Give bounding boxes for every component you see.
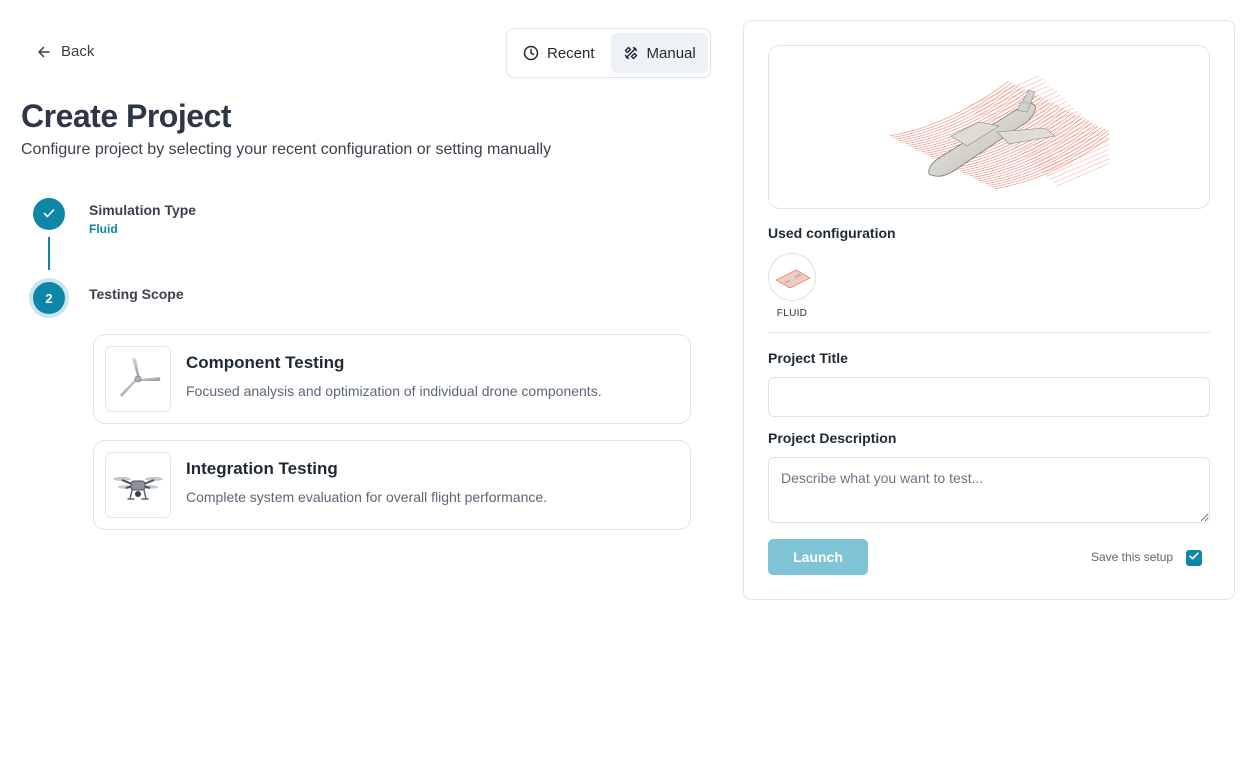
component-testing-card[interactable]: Component Testing Focused analysis and o… xyxy=(93,334,691,424)
create-project-page: Back Recent Manual Create Project Config… xyxy=(0,0,1253,770)
back-button[interactable]: Back xyxy=(37,43,94,60)
project-config-panel: Used configuration FLUID Project Title P… xyxy=(743,20,1235,600)
mode-toggle: Recent Manual xyxy=(506,28,711,78)
tools-icon xyxy=(623,45,639,61)
check-icon xyxy=(1188,549,1200,567)
aircraft-airflow-preview xyxy=(768,45,1210,209)
manual-mode-label: Manual xyxy=(646,44,696,62)
project-description-input[interactable] xyxy=(768,457,1210,523)
page-title: Create Project xyxy=(21,98,231,134)
clock-icon xyxy=(523,45,539,61)
step-1-indicator[interactable] xyxy=(33,198,65,230)
integration-testing-description: Complete system evaluation for overall f… xyxy=(186,489,548,505)
integration-testing-card[interactable]: Integration Testing Complete system eval… xyxy=(93,440,691,530)
recent-mode-label: Recent xyxy=(547,44,595,62)
component-testing-title: Component Testing xyxy=(186,353,345,372)
arrow-left-icon xyxy=(37,45,51,59)
drone-icon xyxy=(105,452,171,518)
propeller-icon xyxy=(105,346,171,412)
step-2-title: Testing Scope xyxy=(89,286,184,302)
manual-mode-button[interactable]: Manual xyxy=(610,33,708,73)
recent-mode-button[interactable]: Recent xyxy=(511,33,607,73)
step-connector xyxy=(48,237,50,270)
page-subtitle: Configure project by selecting your rece… xyxy=(21,141,552,158)
aircraft-thumbnail-icon[interactable] xyxy=(768,253,816,301)
launch-button[interactable]: Launch xyxy=(768,539,868,575)
used-configuration-label: Used configuration xyxy=(768,225,896,241)
project-description-label: Project Description xyxy=(768,430,897,446)
project-title-input[interactable] xyxy=(768,377,1210,417)
save-setup-checkbox[interactable] xyxy=(1186,550,1202,566)
project-title-label: Project Title xyxy=(768,350,848,366)
check-icon xyxy=(42,206,56,223)
save-setup-label: Save this setup xyxy=(1091,550,1174,564)
integration-testing-title: Integration Testing xyxy=(186,459,338,478)
step-1-title: Simulation Type xyxy=(89,202,197,218)
step-1-value: Fluid xyxy=(89,222,118,236)
config-chip-label: FLUID xyxy=(776,308,808,319)
back-label: Back xyxy=(61,43,95,60)
divider xyxy=(768,332,1210,333)
component-testing-description: Focused analysis and optimization of ind… xyxy=(186,383,602,399)
step-2-number: 2 xyxy=(45,290,53,306)
step-2-indicator: 2 xyxy=(33,282,65,314)
